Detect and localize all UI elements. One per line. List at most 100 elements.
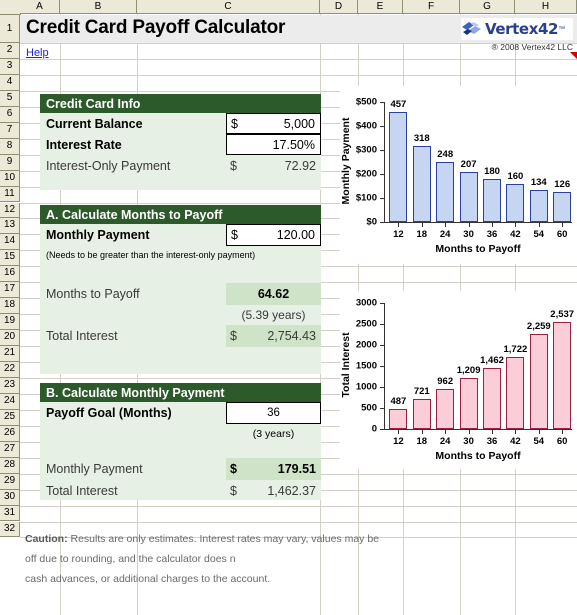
chart-bar[interactable]	[483, 367, 501, 429]
row-header-15[interactable]: 15	[0, 250, 20, 267]
row-header-32[interactable]: 32	[0, 521, 20, 538]
chart-bar[interactable]	[389, 112, 408, 222]
chart-y-axis	[384, 303, 385, 430]
row-header-23[interactable]: 23	[0, 377, 20, 394]
chart-x-tick	[422, 223, 423, 227]
row-header-1[interactable]: 1	[0, 15, 20, 43]
help-link[interactable]: Help	[26, 47, 49, 59]
chart-bar-value-label: 126	[554, 178, 571, 190]
chart-bar[interactable]	[506, 183, 525, 222]
caution-line-2: off due to rounding, and the calculator …	[25, 553, 236, 565]
row-header-14[interactable]: 14	[0, 234, 20, 251]
row-header-6[interactable]: 6	[0, 106, 20, 123]
section-a-total-interest-label: Total Interest	[46, 329, 118, 343]
chart-bar-value-label: 2,537	[550, 309, 575, 321]
trademark-icon: ™	[558, 25, 566, 33]
row-header-3[interactable]: 3	[0, 58, 20, 75]
chart-bar[interactable]	[506, 356, 525, 429]
column-header-a[interactable]: A	[20, 0, 60, 14]
payoff-goal-input[interactable]: 36	[226, 402, 321, 424]
section-a-total-interest-value: 2,754.43	[267, 329, 316, 343]
chart-bar[interactable]	[483, 178, 501, 222]
chart-bar[interactable]	[459, 172, 478, 222]
row-header-16[interactable]: 16	[0, 266, 20, 283]
row-header-17[interactable]: 17	[0, 282, 20, 299]
section-a-heading: A. Calculate Months to Payoff	[40, 205, 321, 224]
chart-bar-value-label: 721	[413, 385, 430, 397]
copyright-text: ® 2008 Vertex42 LLC	[491, 42, 573, 52]
section-b-payment-currency: $	[230, 462, 237, 476]
row-header-13[interactable]: 13	[0, 218, 20, 235]
row-header-8[interactable]: 8	[0, 138, 20, 155]
row-header-27[interactable]: 27	[0, 441, 20, 458]
chart-bar-value-label: 134	[530, 176, 547, 188]
interest-rate-input[interactable]: 17.50%	[226, 134, 321, 155]
row-header-22[interactable]: 22	[0, 362, 20, 378]
monthly-payment-value: 120.00	[276, 228, 315, 242]
row-header-7[interactable]: 7	[0, 122, 20, 139]
caution-line-1-text: Results are only estimates. Interest rat…	[67, 533, 380, 545]
chart-y-tick	[380, 174, 384, 175]
row-header-12[interactable]: 12	[0, 202, 20, 219]
chart-x-tick-label: 36	[486, 436, 498, 447]
row-header-28[interactable]: 28	[0, 457, 20, 474]
chart-bar[interactable]	[459, 378, 478, 429]
row-header-2[interactable]: 2	[0, 43, 20, 59]
chart-x-tick	[445, 223, 446, 227]
chart-x-tick	[562, 430, 563, 434]
monthly-payment-input[interactable]: $ 120.00	[226, 224, 321, 246]
chart-bar[interactable]	[436, 388, 455, 429]
row-header-29[interactable]: 29	[0, 473, 20, 490]
chart-x-tick	[422, 430, 423, 434]
chart-y-tick	[380, 366, 384, 367]
column-header-f[interactable]: F	[403, 0, 460, 14]
chart-bar[interactable]	[436, 162, 455, 222]
chart-bar[interactable]	[553, 322, 572, 429]
row-header-26[interactable]: 26	[0, 425, 20, 442]
chart-x-tick-label: 24	[439, 229, 451, 240]
select-all-corner[interactable]	[0, 0, 21, 15]
row-header-4[interactable]: 4	[0, 74, 20, 91]
chart-y-tick	[380, 408, 384, 409]
row-header-5[interactable]: 5	[0, 90, 20, 107]
row-header-19[interactable]: 19	[0, 314, 20, 331]
section-a-monthly-payment-label: Monthly Payment	[46, 228, 150, 242]
column-header-d[interactable]: D	[320, 0, 358, 14]
vertex42-logo[interactable]: Vertex42 ™	[461, 18, 573, 40]
row-header-30[interactable]: 30	[0, 489, 20, 506]
chart-bar-value-label: 962	[437, 375, 454, 387]
column-header-h[interactable]: H	[515, 0, 577, 14]
column-header-c[interactable]: C	[137, 0, 320, 14]
chart-x-axis-title: Months to Payoff	[435, 243, 521, 255]
column-header-e[interactable]: E	[358, 0, 403, 14]
row-header-10[interactable]: 10	[0, 170, 20, 187]
vertex42-wordmark: Vertex42	[485, 20, 559, 38]
grid-line-horizontal	[20, 522, 577, 523]
chart-y-tick	[380, 303, 384, 304]
payoff-years-cell: (5.39 years)	[226, 305, 321, 325]
chart-bar[interactable]	[553, 191, 572, 222]
grid-line-horizontal	[20, 59, 577, 60]
chart-bar[interactable]	[412, 398, 431, 429]
row-header-24[interactable]: 24	[0, 393, 20, 410]
row-header-9[interactable]: 9	[0, 154, 20, 171]
column-header-b[interactable]: B	[60, 0, 137, 14]
chart-x-tick-label: 54	[533, 436, 545, 447]
payoff-goal-value: 36	[267, 407, 280, 419]
credit-card-info-heading: Credit Card Info	[40, 94, 321, 113]
row-header-18[interactable]: 18	[0, 298, 20, 315]
chart-bar[interactable]	[412, 145, 431, 222]
chart-x-tick-label: 42	[510, 229, 521, 240]
column-header-g[interactable]: G	[460, 0, 515, 14]
row-header-20[interactable]: 20	[0, 330, 20, 347]
row-header-11[interactable]: 11	[0, 186, 20, 203]
row-header-25[interactable]: 25	[0, 409, 20, 426]
row-header-31[interactable]: 31	[0, 505, 20, 522]
chart-bar[interactable]	[529, 189, 548, 222]
row-header-21[interactable]: 21	[0, 346, 20, 362]
current-balance-input[interactable]: $ 5,000	[226, 113, 321, 134]
chart-x-tick-label: 18	[416, 436, 428, 447]
chart-bar-value-label: 1,462	[480, 354, 504, 366]
chart-bar[interactable]	[529, 334, 548, 429]
chart-bar[interactable]	[389, 408, 408, 429]
